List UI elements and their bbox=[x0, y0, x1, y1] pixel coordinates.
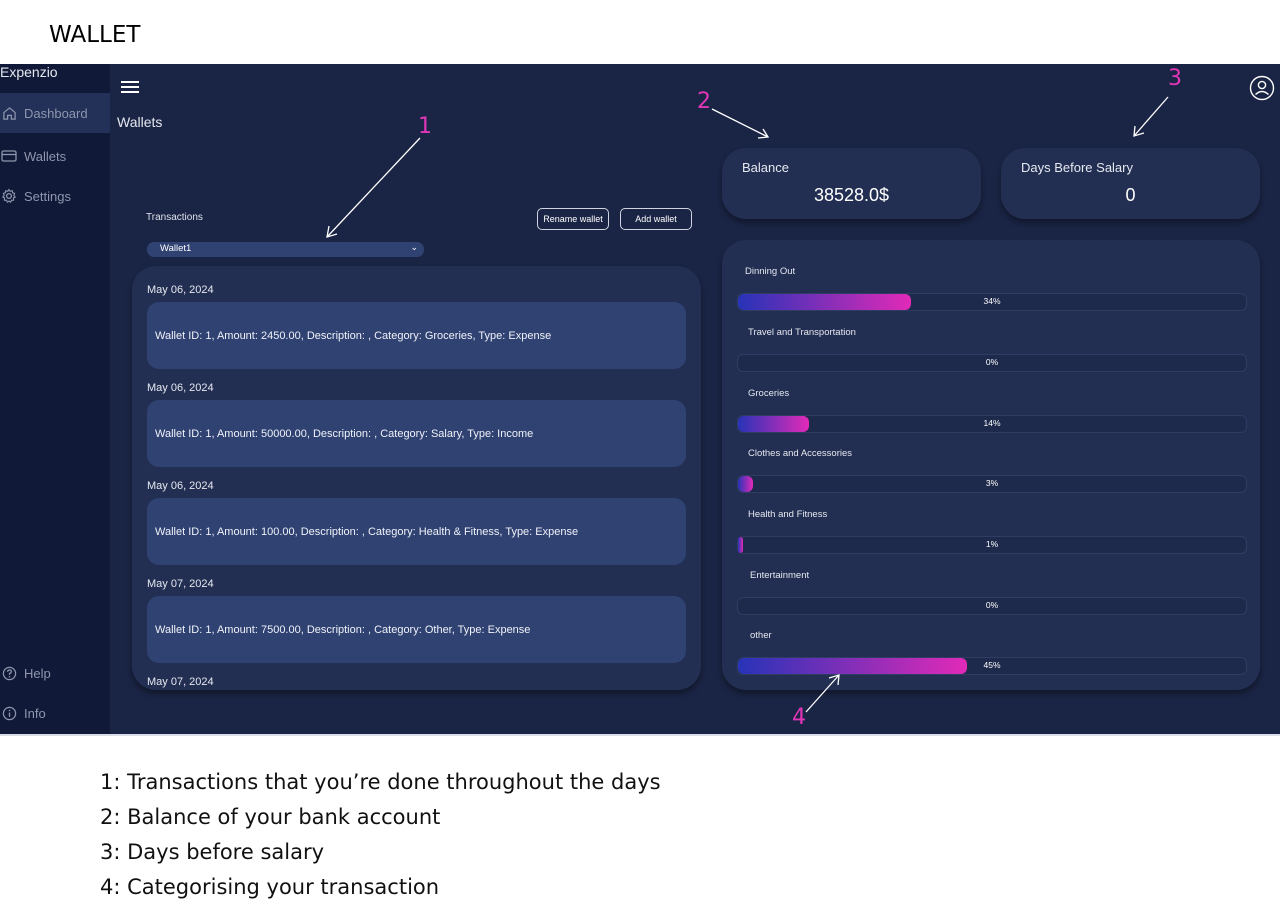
sidebar-item-label: Info bbox=[24, 705, 46, 721]
sidebar-item-label: Help bbox=[24, 665, 51, 681]
brand-name: Expenzio bbox=[0, 64, 58, 80]
transactions-list[interactable]: May 06, 2024 Wallet ID: 1, Amount: 2450.… bbox=[132, 266, 701, 690]
transaction-card[interactable]: Wallet ID: 1, Amount: 100.00, Descriptio… bbox=[147, 498, 686, 565]
annotation-label: 2 bbox=[697, 89, 711, 114]
category-percent: 14% bbox=[983, 418, 1001, 428]
category-progress: 0% bbox=[737, 597, 1247, 615]
category-percent: 3% bbox=[985, 478, 999, 488]
add-wallet-button[interactable]: Add wallet bbox=[620, 208, 692, 230]
balance-label: Balance bbox=[742, 160, 789, 175]
sidebar-item-wallets[interactable]: Wallets bbox=[0, 136, 110, 176]
category-progress: 14% bbox=[737, 415, 1247, 433]
balance-card: Balance 38528.0$ bbox=[722, 148, 981, 219]
balance-value: 38528.0$ bbox=[813, 185, 890, 205]
category-percent: 34% bbox=[983, 296, 1001, 306]
info-icon bbox=[0, 704, 18, 722]
category-name: other bbox=[750, 630, 772, 641]
category-progress: 45% bbox=[737, 657, 1247, 675]
salary-value: 0 bbox=[1125, 185, 1136, 205]
annotation-label: 3 bbox=[1168, 66, 1182, 91]
legend-item: 1: Transactions that you’re done through… bbox=[100, 770, 661, 794]
help-icon bbox=[0, 664, 18, 682]
annotation-legend: 1: Transactions that you’re done through… bbox=[100, 765, 661, 905]
app-window: Expenzio Dashboard Wallets Settings Help bbox=[0, 64, 1280, 735]
transaction-text: Wallet ID: 1, Amount: 2450.00, Descripti… bbox=[155, 329, 552, 342]
category-progress: 0% bbox=[737, 354, 1247, 372]
transaction-date: May 07, 2024 bbox=[147, 676, 214, 688]
sidebar: Expenzio Dashboard Wallets Settings Help bbox=[0, 64, 110, 735]
divider bbox=[0, 734, 1280, 736]
page-title: WALLET bbox=[49, 22, 141, 48]
legend-item: 4: Categorising your transaction bbox=[100, 875, 440, 899]
home-icon bbox=[0, 104, 18, 122]
category-name: Dinning Out bbox=[745, 266, 796, 277]
card-icon bbox=[0, 147, 18, 165]
sidebar-item-label: Wallets bbox=[24, 148, 67, 164]
category-percent: 0% bbox=[985, 357, 999, 367]
category-percent: 45% bbox=[983, 660, 1001, 670]
transaction-text: Wallet ID: 1, Amount: 50000.00, Descript… bbox=[155, 427, 534, 440]
transaction-date: May 07, 2024 bbox=[147, 578, 214, 590]
category-percent: 0% bbox=[985, 600, 999, 610]
transaction-card[interactable]: Wallet ID: 1, Amount: 7500.00, Descripti… bbox=[147, 596, 686, 663]
category-progress: 1% bbox=[737, 536, 1247, 554]
sidebar-item-info[interactable]: Info bbox=[0, 693, 110, 733]
wallet-select-value: Wallet1 bbox=[160, 243, 192, 254]
wallet-select[interactable]: Wallet1 ⌄ bbox=[147, 242, 424, 257]
transaction-date: May 06, 2024 bbox=[147, 284, 214, 296]
legend-item: 3: Days before salary bbox=[100, 840, 325, 864]
salary-label: Days Before Salary bbox=[1021, 160, 1133, 175]
category-name: Clothes and Accessories bbox=[748, 448, 853, 459]
transaction-text: Wallet ID: 1, Amount: 100.00, Descriptio… bbox=[155, 525, 579, 538]
category-name: Groceries bbox=[748, 388, 790, 399]
gear-icon bbox=[0, 187, 18, 205]
sidebar-item-settings[interactable]: Settings bbox=[0, 176, 110, 216]
category-progress: 3% bbox=[737, 475, 1247, 493]
sidebar-item-label: Settings bbox=[24, 188, 71, 204]
transaction-card[interactable]: Wallet ID: 1, Amount: 2450.00, Descripti… bbox=[147, 302, 686, 369]
user-icon[interactable] bbox=[1249, 75, 1275, 101]
annotation-label: 4 bbox=[792, 705, 806, 730]
category-percent: 1% bbox=[985, 539, 999, 549]
legend-item: 2: Balance of your bank account bbox=[100, 805, 441, 829]
sidebar-item-label: Dashboard bbox=[24, 105, 88, 121]
category-name: Travel and Transportation bbox=[748, 327, 856, 338]
category-name: Entertainment bbox=[750, 570, 810, 581]
annotation-label: 1 bbox=[418, 114, 432, 139]
transaction-date: May 06, 2024 bbox=[147, 480, 214, 492]
category-name: Health and Fitness bbox=[748, 509, 828, 520]
rename-wallet-button[interactable]: Rename wallet bbox=[537, 208, 609, 230]
transaction-card[interactable]: Wallet ID: 1, Amount: 50000.00, Descript… bbox=[147, 400, 686, 467]
transaction-date: May 06, 2024 bbox=[147, 382, 214, 394]
menu-icon[interactable] bbox=[121, 78, 139, 94]
transactions-label: Transactions bbox=[146, 212, 203, 223]
transaction-text: Wallet ID: 1, Amount: 7500.00, Descripti… bbox=[155, 623, 531, 636]
category-panel: Dinning Out 34% Travel and Transportatio… bbox=[722, 240, 1260, 690]
sidebar-item-dashboard[interactable]: Dashboard bbox=[0, 93, 110, 133]
category-progress: 34% bbox=[737, 293, 1247, 311]
salary-card: Days Before Salary 0 bbox=[1001, 148, 1260, 219]
section-title: Wallets bbox=[117, 114, 163, 130]
sidebar-item-help[interactable]: Help bbox=[0, 653, 110, 693]
chevron-down-icon: ⌄ bbox=[410, 242, 418, 252]
